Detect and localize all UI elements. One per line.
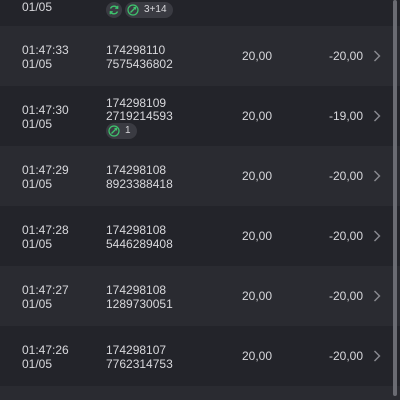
list-item[interactable]: 01:47:28 01/05 174298108 5446289408 20,0… (0, 206, 400, 266)
row-id: 174298107 (106, 343, 167, 357)
chevron-right-icon[interactable] (372, 289, 382, 303)
list-item[interactable]: 01:47:27 01/05 174298108 1289730051 20,0… (0, 266, 400, 326)
row-time: 01:47:33 (22, 43, 69, 57)
row-result: -19,00 (328, 109, 363, 123)
row-amount: 20,00 (241, 289, 272, 303)
row-date: 01/05 (22, 357, 53, 371)
row-amount: 20,00 (241, 229, 272, 243)
chevron-right-icon[interactable] (372, 49, 382, 63)
badge-count: 1 (125, 125, 131, 136)
row-time: 01:47:28 (22, 223, 69, 237)
row-result: -20,00 (328, 349, 363, 363)
row-date: 01/05 (22, 0, 53, 14)
chevron-right-icon[interactable] (372, 109, 382, 123)
row-id: 174298109 (106, 96, 167, 110)
bonus-badge: 1 (106, 123, 137, 139)
list-item[interactable]: 01:47:30 01/05 174298109 2719214593 1 20… (0, 86, 400, 146)
row-amount: 20,00 (241, 49, 272, 63)
transaction-list: 01/05 3+14 01:47:33 01/05 174298110 7575… (0, 0, 400, 400)
row-time: 01:47:27 (22, 283, 69, 297)
list-item (0, 386, 400, 400)
scrollbar[interactable] (393, 0, 397, 396)
row-secondary-id: 7762314753 (106, 357, 173, 371)
row-date: 01/05 (22, 57, 53, 71)
badge-count: 3+14 (144, 4, 167, 15)
row-date: 01/05 (22, 177, 53, 191)
row-time: 01:47:26 (22, 343, 69, 357)
rocket-icon (106, 123, 122, 139)
row-badges: 3+14 (106, 2, 173, 18)
row-secondary-id: 1289730051 (106, 297, 173, 311)
row-id: 174298110 (106, 43, 166, 57)
row-date: 01/05 (22, 237, 53, 251)
row-id: 174298108 (106, 163, 167, 177)
refresh-icon (106, 2, 122, 18)
list-item[interactable]: 01:47:29 01/05 174298108 8923388418 20,0… (0, 146, 400, 206)
row-secondary-id: 7575436802 (106, 57, 173, 71)
row-date: 01/05 (22, 297, 53, 311)
row-secondary-id: 5446289408 (106, 237, 173, 251)
row-secondary-id: 8923388418 (106, 177, 173, 191)
row-result: -20,00 (328, 169, 363, 183)
list-item[interactable]: 01:47:26 01/05 174298107 7762314753 20,0… (0, 326, 400, 386)
row-amount: 20,00 (241, 169, 272, 183)
row-amount: 20,00 (241, 109, 272, 123)
row-time: 01:47:29 (22, 163, 69, 177)
row-result: -20,00 (328, 289, 363, 303)
row-id: 174298108 (106, 283, 167, 297)
row-amount: 20,00 (241, 349, 272, 363)
chevron-right-icon[interactable] (372, 229, 382, 243)
chevron-right-icon[interactable] (372, 349, 382, 363)
row-result: -20,00 (328, 49, 363, 63)
row-date: 01/05 (22, 117, 53, 131)
row-secondary-id: 2719214593 (106, 109, 173, 123)
bonus-badge: 3+14 (125, 2, 173, 18)
chevron-right-icon[interactable] (372, 169, 382, 183)
list-item[interactable]: 01/05 3+14 (0, 0, 400, 26)
row-id: 174298108 (106, 223, 167, 237)
list-item[interactable]: 01:47:33 01/05 174298110 7575436802 20,0… (0, 26, 400, 86)
row-time: 01:47:30 (22, 103, 69, 117)
rocket-icon (125, 2, 141, 18)
row-result: -20,00 (328, 229, 363, 243)
row-badges: 1 (106, 123, 137, 139)
